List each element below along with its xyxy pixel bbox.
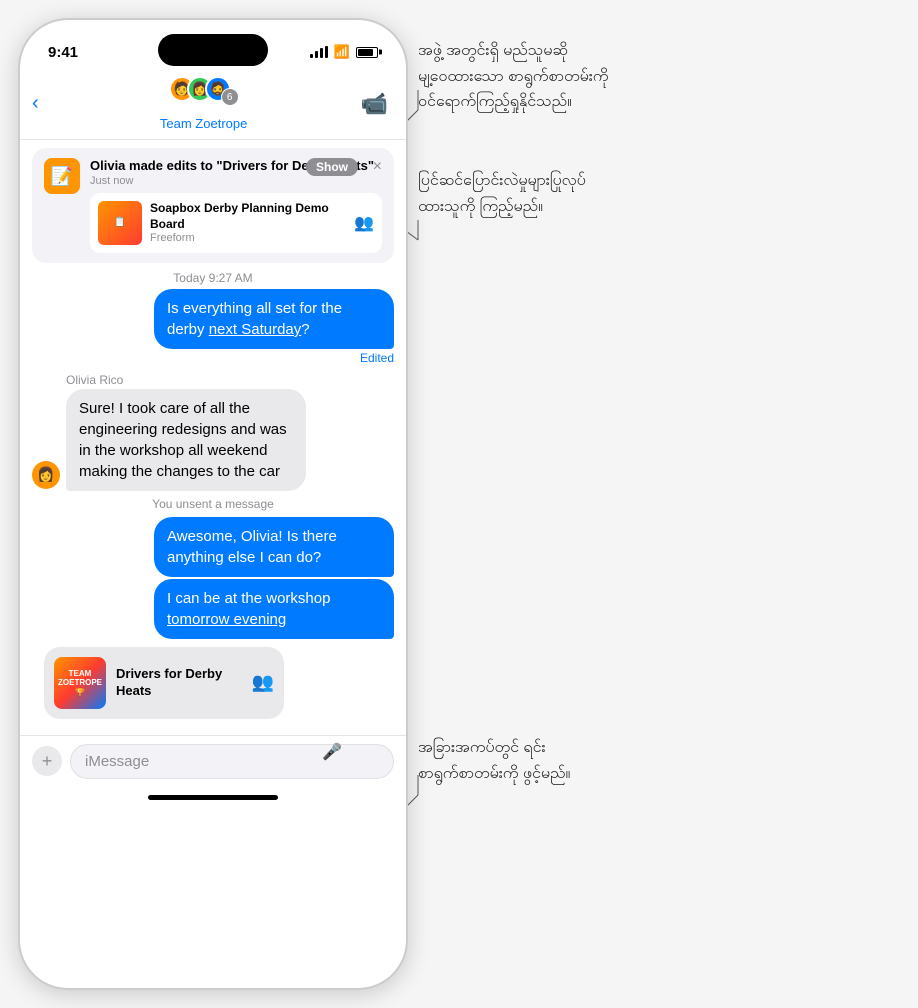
- notif-avatar: 📝: [44, 158, 80, 194]
- message-input[interactable]: iMessage: [70, 744, 394, 779]
- home-indicator: [148, 795, 278, 800]
- notif-card-thumb: 📋: [98, 201, 142, 245]
- shared-card-row: TEAMZOETROPE🏆 Drivers for Derby Heats 👥: [32, 645, 394, 721]
- tomorrow-evening-link[interactable]: tomorrow evening: [167, 611, 286, 628]
- header-center: 🧑 👩 🧔 6 Team Zoetrope: [47, 76, 361, 131]
- card-title: Drivers for Derby Heats: [116, 666, 242, 700]
- add-button[interactable]: +: [32, 746, 62, 776]
- sent-message-3: I can be at the workshop tomorrow evenin…: [154, 579, 394, 639]
- notif-card-title: Soapbox Derby Planning Demo Board: [150, 201, 346, 232]
- input-bar: + iMessage 🎤: [20, 735, 406, 787]
- card-share-icon: 👥: [252, 672, 274, 693]
- status-time: 9:41: [48, 44, 78, 61]
- received-message-1-row: 👩 Sure! I took care of all the engineeri…: [32, 389, 394, 491]
- phone-frame: 9:41 📶 ‹ 🧑 👩 🧔: [18, 18, 408, 990]
- system-message: You unsent a message: [20, 497, 406, 511]
- back-button[interactable]: ‹: [32, 88, 47, 119]
- edited-label: Edited: [20, 351, 394, 365]
- wifi-icon: 📶: [334, 44, 350, 60]
- status-icons: 📶: [310, 44, 378, 60]
- avatar-count: 6: [221, 88, 239, 106]
- group-avatars: 🧑 👩 🧔 6: [169, 76, 239, 114]
- notif-close-button[interactable]: ×: [373, 158, 382, 176]
- group-name[interactable]: Team Zoetrope: [160, 116, 247, 131]
- battery-icon: [356, 47, 378, 58]
- annot1-line2: မျ့ဝေထားသော စာရွက်စာတမ်းကို: [418, 64, 608, 90]
- notif-card-info: Soapbox Derby Planning Demo Board Freefo…: [150, 201, 346, 244]
- annot2-line2: ထားသူကို ကြည့်မည်။: [418, 194, 586, 220]
- mic-button[interactable]: 🎤: [322, 742, 342, 762]
- annot1-line3: ဝင်ရောက်ကြည့်ရှုနိုင်သည်။: [418, 89, 608, 115]
- sent-message-1-row: Is everything all set for the derby next…: [32, 289, 394, 349]
- card-info: Drivers for Derby Heats: [116, 666, 242, 700]
- video-call-button[interactable]: 📹: [361, 91, 388, 117]
- annotation-1: အဖွဲ့ အတွင်းရှိ မည်သူမဆို မျ့ဝေထားသော စာ…: [418, 38, 608, 115]
- annotation-lines: [408, 0, 918, 1008]
- notif-card-share-icon: 👥: [354, 213, 374, 233]
- notif-show-button[interactable]: Show: [306, 158, 358, 176]
- shared-card[interactable]: TEAMZOETROPE🏆 Drivers for Derby Heats 👥: [44, 647, 284, 719]
- olivia-avatar: 👩: [32, 461, 60, 489]
- sender-name: Olivia Rico: [66, 373, 394, 387]
- timestamp-1: Today 9:27 AM: [20, 271, 406, 285]
- chat-header: ‹ 🧑 👩 🧔 6 Team Zoetrope 📹: [20, 70, 406, 140]
- sent-message-2-row: Awesome, Olivia! Is there anything else …: [32, 517, 394, 577]
- signal-icon: [310, 46, 328, 58]
- card-thumbnail: TEAMZOETROPE🏆: [54, 657, 106, 709]
- annot2-line1: ပြင်ဆင်ပြောင်းလဲမှုများပြုလုပ်: [418, 168, 586, 194]
- annotation-area: အဖွဲ့ အတွင်းရှိ မည်သူမဆို မျ့ဝေထားသော စာ…: [408, 0, 918, 1008]
- dynamic-island: [158, 34, 268, 66]
- messages-area: 📝 Olivia made edits to "Drivers for Derb…: [20, 140, 406, 735]
- annot3-line2: စာရွက်စာတမ်းကို ဖွင့်မည်။: [418, 761, 570, 787]
- annot3-line1: အခြားအကပ်တွင် ရင်း: [418, 735, 570, 761]
- sent-message-2: Awesome, Olivia! Is there anything else …: [154, 517, 394, 577]
- notif-time: Just now: [90, 175, 382, 187]
- notification-banner: 📝 Olivia made edits to "Drivers for Derb…: [32, 148, 394, 263]
- annot1-line1: အဖွဲ့ အတွင်းရှိ မည်သူမဆို: [418, 38, 608, 64]
- notif-card-source: Freeform: [150, 232, 346, 244]
- sent-message-3-row: I can be at the workshop tomorrow evenin…: [32, 579, 394, 639]
- sent-message-1: Is everything all set for the derby next…: [154, 289, 394, 349]
- received-message-1: Sure! I took care of all the engineering…: [66, 389, 306, 491]
- next-saturday-link[interactable]: next Saturday: [209, 321, 302, 338]
- annotation-3: အခြားအကပ်တွင် ရင်း စာရွက်စာတမ်းကို ဖွင့်…: [418, 735, 570, 786]
- annotation-2: ပြင်ဆင်ပြောင်းလဲမှုများပြုလုပ် ထားသူကို …: [418, 168, 586, 219]
- notif-card[interactable]: 📋 Soapbox Derby Planning Demo Board Free…: [90, 193, 382, 253]
